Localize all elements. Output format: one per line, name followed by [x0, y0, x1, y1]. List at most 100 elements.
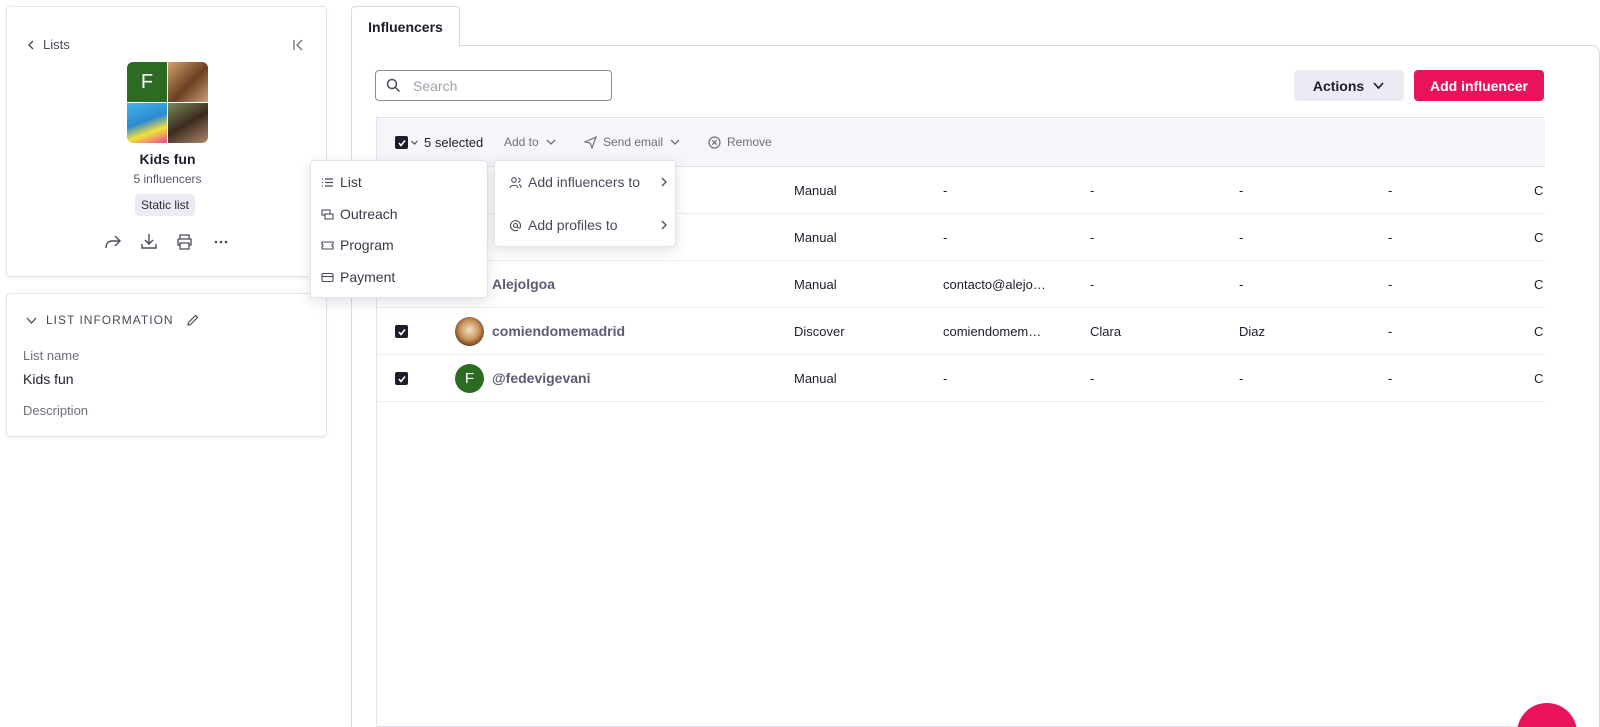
- remove-button[interactable]: Remove: [708, 135, 772, 149]
- first-name-cell: -: [1090, 277, 1095, 292]
- add-influencers-to-item[interactable]: Add influencers to: [509, 174, 669, 190]
- avatar-initial: F: [127, 62, 167, 102]
- add-to-menu: List Outreach Program Payment: [310, 160, 488, 298]
- email-cell: contacto@alejo…: [943, 277, 1046, 292]
- extra-cell: -: [1388, 183, 1393, 198]
- list-icon: [322, 177, 333, 187]
- add-to-submenu: Add influencers to Add profiles to: [494, 160, 676, 247]
- first-name-cell: -: [1090, 371, 1095, 386]
- edit-icon[interactable]: [186, 313, 200, 327]
- avatar-photo: [168, 103, 208, 143]
- extra-cell: -: [1388, 324, 1393, 339]
- credit-card-icon: [321, 272, 334, 282]
- back-link-label: Lists: [43, 37, 70, 52]
- email-cell: -: [943, 371, 948, 386]
- row-checkbox[interactable]: [395, 372, 408, 385]
- add-to-button[interactable]: Add to: [504, 135, 557, 149]
- list-name-label: List name: [23, 348, 80, 363]
- last-name-cell: -: [1239, 371, 1244, 386]
- search-input[interactable]: [413, 77, 603, 94]
- source-cell: Manual: [794, 371, 837, 386]
- list-type-badge: Static list: [135, 194, 196, 216]
- at-sign-icon: [509, 219, 522, 231]
- influencer-name[interactable]: comiendomemadrid: [492, 323, 625, 339]
- add-influencer-button[interactable]: Add influencer: [1414, 70, 1544, 101]
- avatar-photo: [168, 62, 208, 102]
- menu-item-list[interactable]: List: [321, 174, 362, 190]
- first-name-cell: -: [1090, 183, 1095, 198]
- print-icon[interactable]: [175, 232, 194, 251]
- send-icon: [584, 135, 597, 149]
- source-cell: Discover: [794, 324, 845, 339]
- truncated-cell: C: [1534, 230, 1544, 245]
- avatar-photo: [127, 103, 167, 143]
- list-avatar-collage: F: [127, 62, 208, 143]
- list-profile-card: Lists F Kids fun 5 influencers Static li…: [6, 6, 327, 277]
- menu-item-payment[interactable]: Payment: [321, 269, 395, 285]
- last-name-cell: Diaz: [1239, 324, 1266, 339]
- share-icon[interactable]: [103, 232, 122, 251]
- email-cell: -: [943, 183, 948, 198]
- chevron-left-icon: [28, 40, 34, 49]
- extra-cell: -: [1388, 371, 1393, 386]
- search-icon: [386, 78, 401, 93]
- source-cell: Manual: [794, 277, 837, 292]
- collapse-panel-icon[interactable]: [290, 37, 306, 53]
- checkbox-checked: [395, 136, 408, 149]
- add-profiles-to-item[interactable]: Add profiles to: [509, 217, 669, 233]
- ticket-icon: [321, 240, 334, 250]
- avatar: [455, 317, 484, 346]
- first-name-cell: -: [1090, 230, 1095, 245]
- submenu-item-label: Add influencers to: [528, 174, 641, 190]
- row-checkbox[interactable]: [395, 325, 408, 338]
- table-row[interactable]: Alejolgoa Manual contacto@alejo… - - - C: [377, 261, 1545, 308]
- extra-cell: -: [1388, 230, 1393, 245]
- influencer-name[interactable]: @fedevigevani: [492, 370, 590, 386]
- add-to-label: Add to: [504, 135, 539, 149]
- more-options-icon[interactable]: [211, 232, 230, 251]
- extra-cell: -: [1388, 277, 1393, 292]
- remove-circle-icon: [708, 135, 721, 149]
- description-label: Description: [23, 403, 89, 418]
- list-information-card: LIST INFORMATION List name Kids fun Desc…: [6, 293, 327, 437]
- email-cell: -: [943, 230, 948, 245]
- influencer-name[interactable]: Alejolgoa: [492, 276, 555, 292]
- chevron-down-icon: [546, 139, 556, 145]
- source-cell: Manual: [794, 183, 837, 198]
- back-to-lists-link[interactable]: Lists: [25, 37, 70, 52]
- truncated-cell: C: [1534, 277, 1544, 292]
- send-email-label: Send email: [603, 135, 664, 149]
- select-all-checkbox[interactable]: [395, 136, 419, 149]
- menu-item-label: Outreach: [340, 206, 398, 222]
- avatar: F: [455, 364, 484, 393]
- truncated-cell: C: [1534, 324, 1544, 339]
- source-cell: Manual: [794, 230, 837, 245]
- menu-item-program[interactable]: Program: [321, 237, 394, 253]
- table-row[interactable]: F @fedevigevani Manual - - - - C: [377, 355, 1545, 402]
- list-title: Kids fun: [139, 151, 196, 167]
- list-name-value: Kids fun: [23, 371, 74, 387]
- profile-actions: [103, 232, 230, 251]
- last-name-cell: -: [1239, 277, 1244, 292]
- truncated-cell: C: [1534, 183, 1544, 198]
- list-information-header[interactable]: LIST INFORMATION: [25, 313, 200, 327]
- menu-item-label: List: [340, 174, 362, 190]
- send-email-button[interactable]: Send email: [584, 135, 681, 149]
- tab-influencers[interactable]: Influencers: [351, 6, 460, 46]
- chevron-right-icon: [661, 177, 667, 187]
- selected-count: 5 selected: [424, 135, 484, 150]
- chevron-down-icon: [670, 139, 680, 145]
- remove-label: Remove: [727, 135, 772, 149]
- chevron-down-icon: [1373, 82, 1384, 90]
- chevron-down-icon: [411, 140, 418, 145]
- menu-item-label: Program: [340, 237, 394, 253]
- download-icon[interactable]: [139, 232, 158, 251]
- email-cell: comiendomem…: [943, 324, 1042, 339]
- truncated-cell: C: [1534, 371, 1544, 386]
- table-row[interactable]: comiendomemadrid Discover comiendomem… C…: [377, 308, 1545, 355]
- first-name-cell: Clara: [1090, 324, 1122, 339]
- menu-item-label: Payment: [340, 269, 396, 285]
- users-icon: [509, 176, 522, 188]
- actions-dropdown-button[interactable]: Actions: [1294, 70, 1404, 101]
- menu-item-outreach[interactable]: Outreach: [321, 206, 398, 222]
